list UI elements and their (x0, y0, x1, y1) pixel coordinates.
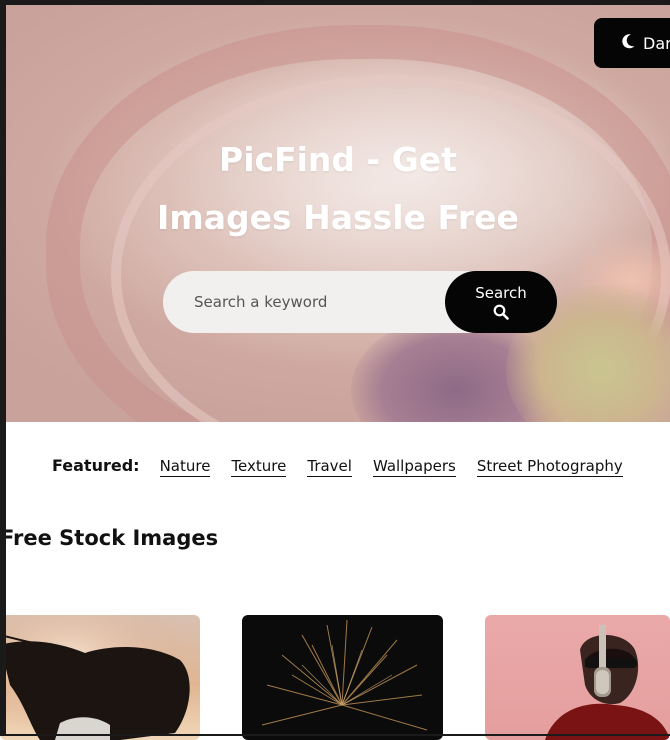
hero-banner: Dark PicFind - Get Images Hassle Free Se… (6, 5, 670, 422)
woman-hair-image (0, 615, 200, 740)
hero-title-line-1: PicFind - Get (219, 140, 457, 179)
featured-link-nature[interactable]: Nature (159, 457, 211, 477)
dark-mode-toggle[interactable]: Dark (594, 18, 670, 68)
hero-title-line-2: Images Hassle Free (157, 198, 519, 237)
fireworks-image (261, 619, 428, 731)
hero-title: PicFind - Get Images Hassle Free (6, 131, 670, 247)
search-icon (493, 304, 509, 320)
featured-label: Featured: (52, 456, 140, 475)
featured-tags: Featured: Nature Texture Travel Wallpape… (52, 456, 644, 477)
gallery-image-fireworks[interactable] (242, 615, 443, 740)
featured-link-street-photography[interactable]: Street Photography (476, 457, 623, 477)
search-input[interactable] (163, 271, 483, 333)
man-microphone-image (545, 625, 670, 740)
gallery-title: Free Stock Images (0, 526, 219, 550)
gallery-image-woman-hair[interactable] (0, 615, 200, 740)
search-button-label: Search (475, 284, 527, 302)
featured-link-wallpapers[interactable]: Wallpapers (372, 457, 456, 477)
featured-link-texture[interactable]: Texture (231, 457, 287, 477)
featured-link-travel[interactable]: Travel (307, 457, 352, 477)
dark-mode-label: Dark (643, 33, 670, 53)
search-button[interactable]: Search (445, 271, 557, 333)
search-bar: Search (163, 271, 557, 333)
moon-icon (622, 33, 635, 53)
gallery-image-man-microphone[interactable] (485, 615, 670, 740)
